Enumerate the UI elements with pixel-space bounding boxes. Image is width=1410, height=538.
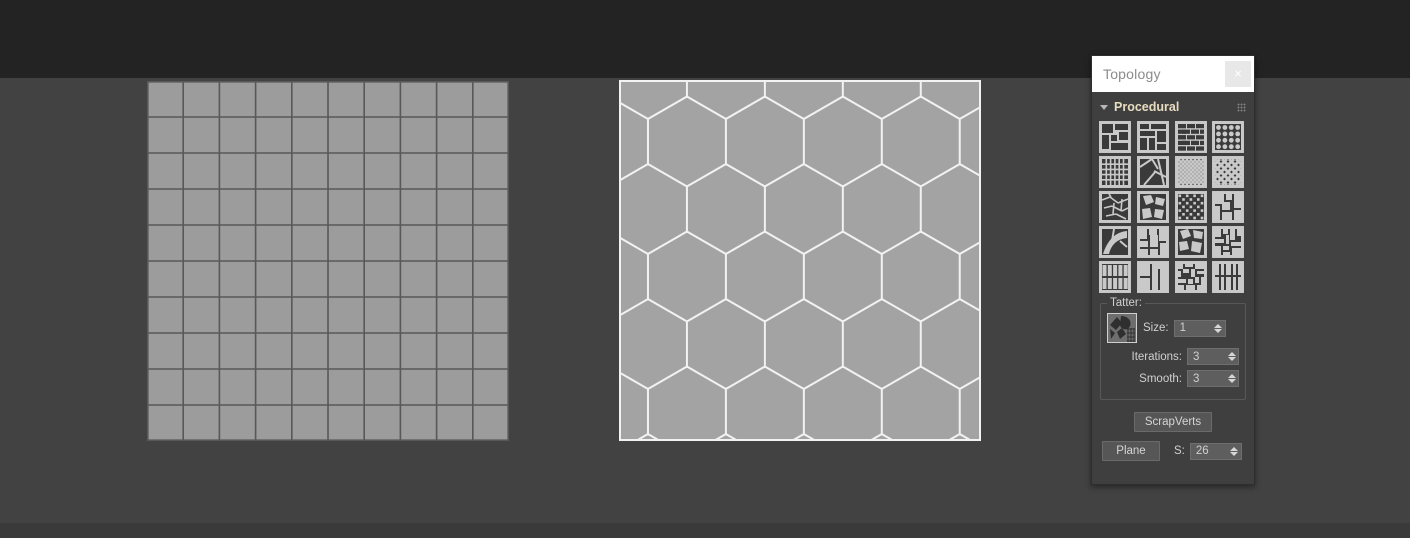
- tatter-size-label: Size:: [1143, 322, 1169, 334]
- pattern-irregular-blocks-icon[interactable]: [1099, 121, 1131, 153]
- scrapverts-button[interactable]: ScrapVerts: [1133, 412, 1213, 432]
- tatter-legend: Tatter:: [1107, 297, 1145, 309]
- pattern-maze-blocks-icon[interactable]: [1212, 226, 1245, 258]
- tatter-smooth-row: Smooth: 3: [1107, 370, 1239, 387]
- s-label: S:: [1174, 445, 1185, 457]
- rollout-header-procedural[interactable]: Procedural: [1097, 97, 1249, 117]
- tatter-iterations-row: Iterations: 3: [1107, 348, 1239, 365]
- tatter-smooth-label: Smooth:: [1139, 372, 1182, 385]
- panel-title: Topology: [1103, 66, 1161, 82]
- pattern-step-blocks-icon[interactable]: [1212, 191, 1245, 223]
- plane-button[interactable]: Plane: [1102, 441, 1160, 461]
- tatter-iterations-label: Iterations:: [1131, 350, 1183, 363]
- pattern-grid-lattice-icon[interactable]: [1099, 156, 1131, 188]
- spinner-arrows-icon[interactable]: [1225, 371, 1238, 386]
- pattern-cross-hatch-icon[interactable]: [1212, 156, 1245, 188]
- tatter-group: Tatter: Size: 1 Iterations: 3 Smooth: 3: [1100, 297, 1246, 400]
- pattern-stripes-vertical-icon[interactable]: [1212, 261, 1245, 293]
- spinner-arrows-icon[interactable]: [1228, 444, 1241, 459]
- tatter-smooth-stepper[interactable]: 3: [1187, 370, 1239, 387]
- close-icon[interactable]: ×: [1225, 61, 1251, 87]
- topology-panel[interactable]: Topology × Procedural Tatter: Size: 1 It…: [1091, 55, 1255, 485]
- triangle-down-icon[interactable]: [1100, 104, 1108, 110]
- pattern-voronoi-icon[interactable]: [1174, 226, 1207, 258]
- panel-titlebar[interactable]: Topology ×: [1092, 56, 1254, 92]
- scrapverts-row: ScrapVerts: [1097, 412, 1249, 432]
- viewport-bottom-band: [0, 523, 1410, 538]
- pattern-brick-icon[interactable]: [1174, 121, 1207, 153]
- tatter-iterations-stepper[interactable]: 3: [1187, 348, 1239, 365]
- quad-grid-plane[interactable]: [147, 81, 509, 441]
- pattern-organic-cells-icon[interactable]: [1136, 191, 1169, 223]
- pattern-diagonal-weave-icon[interactable]: [1174, 156, 1207, 188]
- spinner-arrows-icon[interactable]: [1225, 349, 1238, 364]
- pattern-dots-icon[interactable]: [1212, 121, 1245, 153]
- pattern-panels-icon[interactable]: [1136, 261, 1169, 293]
- grip-dots-icon[interactable]: [1237, 102, 1246, 112]
- tatter-iterations-value: 3: [1193, 350, 1200, 363]
- pattern-curve-sweep-icon[interactable]: [1099, 226, 1131, 258]
- hexagon-plane[interactable]: [619, 80, 981, 441]
- tatter-size-stepper[interactable]: 1: [1173, 319, 1226, 337]
- tatter-size-value: 1: [1179, 322, 1186, 334]
- procedural-pattern-grid[interactable]: [1097, 121, 1249, 293]
- s-stepper[interactable]: 26: [1189, 442, 1242, 460]
- plane-row: Plane S: 26: [1097, 441, 1249, 461]
- tatter-preview-icon[interactable]: [1107, 313, 1137, 343]
- s-value: 26: [1195, 445, 1209, 457]
- pattern-shards-icon[interactable]: [1136, 156, 1169, 188]
- pattern-planks-vertical-icon[interactable]: [1099, 261, 1131, 293]
- tatter-smooth-value: 3: [1193, 372, 1200, 385]
- rollout-label: Procedural: [1114, 100, 1180, 114]
- tatter-size-row: Size: 1: [1107, 313, 1239, 343]
- pattern-parquet-icon[interactable]: [1136, 121, 1169, 153]
- pattern-crackle-icon[interactable]: [1099, 191, 1131, 223]
- pattern-fine-checker-icon[interactable]: [1174, 191, 1207, 223]
- panel-body: Procedural Tatter: Size: 1 Iterations: 3…: [1092, 92, 1254, 467]
- pattern-mosaic-icon[interactable]: [1174, 261, 1207, 293]
- spinner-arrows-icon[interactable]: [1212, 321, 1225, 336]
- pattern-window-frames-icon[interactable]: [1136, 226, 1169, 258]
